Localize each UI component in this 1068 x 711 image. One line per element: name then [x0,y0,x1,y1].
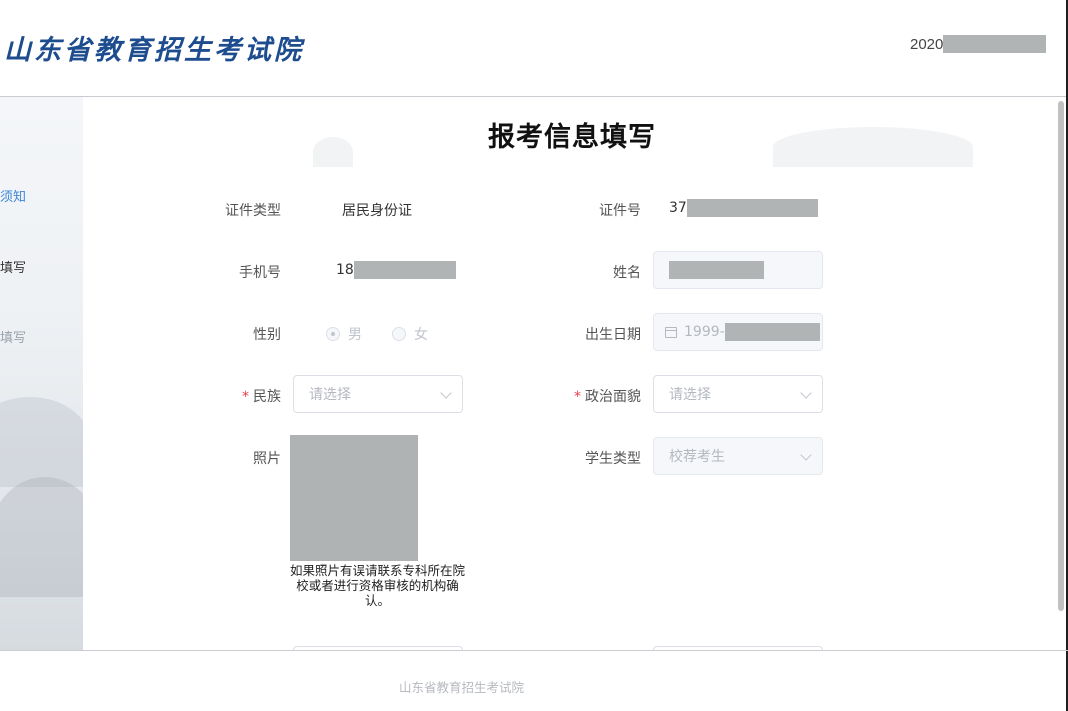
bg-mountain [313,137,353,167]
gender-male-radio[interactable] [326,327,340,341]
political-status-select[interactable]: 请选择 [653,375,823,413]
sidebar-mountain-bg [0,397,83,487]
id-number-label: 证件号 [599,203,641,219]
id-number-prefix: 37 [669,200,687,216]
required-mark: * [574,389,581,405]
id-type-label: 证件类型 [225,203,281,219]
redacted-user-id [943,35,1047,53]
redacted-birth-date [724,323,820,341]
redacted-name [669,261,764,279]
political-status-label: * 政治面貌 [574,386,641,406]
ethnicity-select[interactable]: 请选择 [293,375,463,413]
redacted-id-number [686,199,818,217]
calendar-icon [665,326,677,338]
ethnicity-placeholder: 请选择 [309,387,351,403]
id-number-value: 37 [669,199,818,217]
name-label: 姓名 [613,265,641,281]
birth-date-prefix: 1999- [684,324,725,340]
gender-female-label[interactable]: 女 [414,324,428,344]
sidebar-item-fill[interactable]: 填写 [0,257,26,276]
gender-label: 性别 [253,327,281,343]
page-footer: 山东省教育招生考试院 [0,650,1068,711]
sidebar-item-fill-next[interactable]: 填写 [0,327,26,346]
phone-prefix: 18 [336,262,354,278]
student-type-label: 学生类型 [585,451,641,467]
site-logo[interactable]: 山东省教育招生考试院 [4,28,304,67]
bg-mountain [773,127,973,167]
student-type-value: 校荐考生 [669,449,725,465]
id-type-value: 居民身份证 [342,203,412,219]
chevron-down-icon [440,387,452,399]
user-id-prefix: 2020 [910,35,944,53]
page-header: 山东省教育招生考试院 2020 [0,0,1068,97]
ethnicity-label: * 民族 [242,386,281,406]
step-sidebar: 须知 填写 填写 [0,97,83,650]
sidebar-item-notice[interactable]: 须知 [0,186,26,205]
page-title: 报考信息填写 [488,122,656,153]
sidebar-mountain-bg [0,477,83,597]
phone-label: 手机号 [239,265,281,281]
redacted-phone [353,261,456,279]
photo-label: 照片 [253,451,281,467]
ethnicity-label-text: 民族 [253,389,281,405]
student-type-select[interactable]: 校荐考生 [653,437,823,475]
scrollbar-thumb[interactable] [1058,101,1064,611]
scrollbar-track[interactable] [1056,97,1066,650]
political-status-label-text: 政治面貌 [585,389,641,405]
chevron-down-icon [800,387,812,399]
user-info: 2020 [910,34,1047,54]
name-input[interactable] [653,251,823,289]
gender-radio-group: 男 女 [326,324,458,344]
footer-text: 山东省教育招生考试院 [399,680,525,695]
gender-male-label[interactable]: 男 [348,324,362,344]
chevron-down-icon [800,449,812,461]
gender-female-radio[interactable] [392,327,406,341]
birth-date-input[interactable]: 1999- [653,313,823,351]
student-photo [290,435,418,561]
birth-date-label: 出生日期 [585,327,641,343]
photo-note: 如果照片有误请联系专科所在院校或者进行资格审核的机构确认。 [290,563,466,608]
phone-value: 18 [336,261,456,279]
form-panel: 报考信息填写 证件类型 居民身份证 证件号 37 手机号 18 姓名 性别 男 … [83,97,1066,650]
required-mark: * [242,389,249,405]
political-status-placeholder: 请选择 [669,387,711,403]
